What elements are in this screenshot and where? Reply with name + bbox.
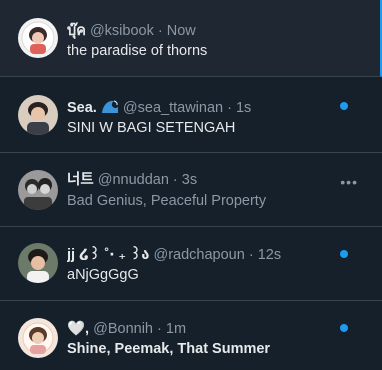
tweet-text: aNjGgGgG: [67, 267, 139, 283]
author-name[interactable]: Sea.: [67, 100, 97, 116]
tweet-text: SINI W BAGI SETENGAH: [67, 120, 236, 136]
tweet-text: the paradise of thorns: [67, 43, 208, 59]
author-handle[interactable]: @Bonnih: [93, 321, 153, 337]
tweet-text: Bad Genius, Peaceful Property: [67, 193, 267, 209]
author-handle[interactable]: @radchapoun: [153, 247, 244, 263]
avatar[interactable]: [18, 18, 58, 58]
author-handle[interactable]: @ksibook: [90, 23, 154, 39]
separator: ·: [157, 321, 162, 337]
tweet-item[interactable]: jj ໒꒱ ˚‧ ₊ ꒱ა @radchapoun · 12s aNjGgGgG: [0, 227, 382, 301]
avatar[interactable]: [18, 243, 58, 283]
unread-indicator: [340, 250, 348, 258]
author-handle[interactable]: @sea_ttawinan: [123, 100, 223, 116]
tweet-header: jj ໒꒱ ˚‧ ₊ ꒱ა @radchapoun · 12s: [67, 246, 342, 264]
unread-indicator: [340, 324, 348, 332]
more-horizontal-icon[interactable]: •••: [340, 175, 358, 189]
author-name[interactable]: 🤍,: [67, 321, 89, 337]
author-name[interactable]: 너트: [67, 172, 94, 188]
timestamp[interactable]: 3s: [182, 172, 197, 188]
author-name[interactable]: jj ໒꒱ ˚‧ ₊ ꒱ა: [67, 247, 149, 263]
timestamp[interactable]: 1m: [166, 321, 186, 337]
author-handle[interactable]: @nnuddan: [98, 172, 169, 188]
separator: ·: [157, 23, 163, 39]
tweet-header: บุ๊ค @ksibook · Now: [67, 22, 340, 40]
separator: ·: [248, 247, 254, 263]
tweet-header: Sea. @sea_ttawinan · 1s: [67, 98, 342, 119]
wave-icon: [101, 98, 119, 119]
timestamp[interactable]: Now: [167, 23, 196, 39]
avatar[interactable]: [18, 318, 58, 358]
unread-indicator: [340, 102, 348, 110]
tweet-header: 🤍, @Bonnih · 1m: [67, 320, 342, 338]
tweet-item[interactable]: 🤍, @Bonnih · 1m Shine, Peemak, That Summ…: [0, 301, 382, 370]
avatar[interactable]: [18, 170, 58, 210]
timestamp[interactable]: 1s: [236, 100, 251, 116]
author-name[interactable]: บุ๊ค: [67, 23, 86, 39]
tweet-item[interactable]: บุ๊ค @ksibook · Now the paradise of thor…: [0, 0, 382, 77]
tweet-item[interactable]: Sea. @sea_ttawinan · 1s SINI W BAGI SETE…: [0, 77, 382, 153]
tweet-text: Shine, Peemak, That Summer: [67, 341, 271, 357]
tweet-header: 너트 @nnuddan · 3s: [67, 171, 342, 189]
separator: ·: [227, 100, 232, 116]
separator: ·: [172, 172, 178, 188]
timestamp[interactable]: 12s: [258, 247, 281, 263]
tweet-item[interactable]: 너트 @nnuddan · 3s Bad Genius, Peaceful Pr…: [0, 153, 382, 227]
avatar[interactable]: [18, 95, 58, 135]
tweet-feed: บุ๊ค @ksibook · Now the paradise of thor…: [0, 0, 382, 370]
